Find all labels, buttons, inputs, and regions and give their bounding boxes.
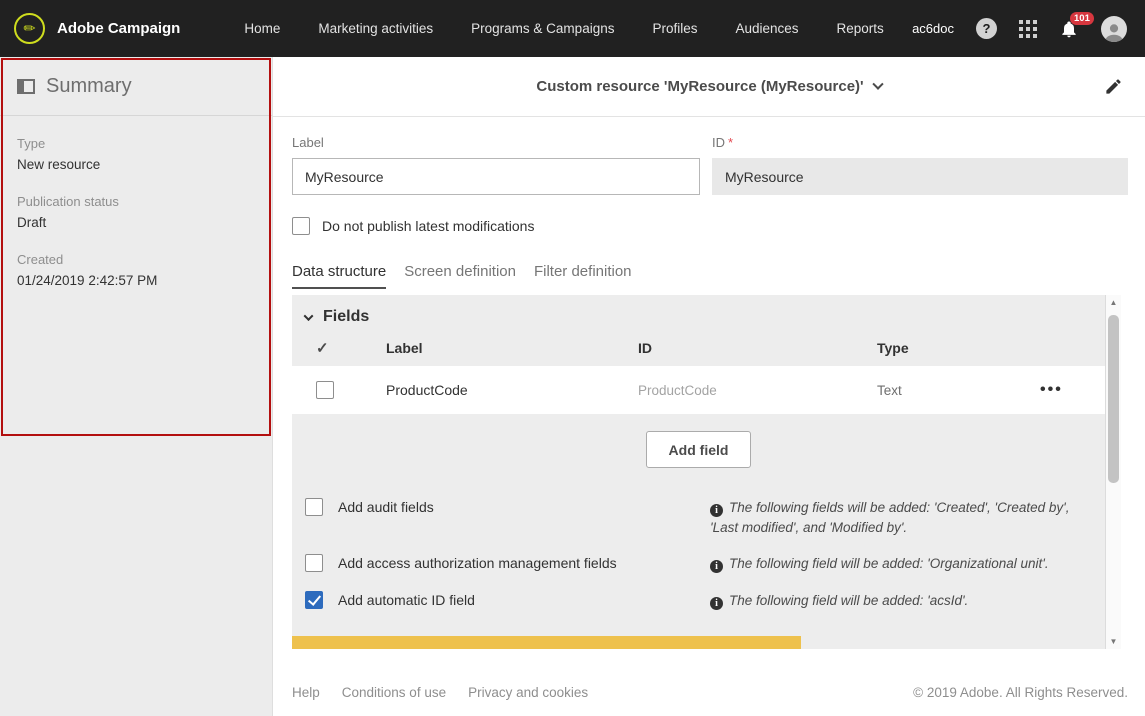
footer-link-conditions[interactable]: Conditions of use — [342, 685, 446, 700]
label-input[interactable] — [292, 158, 700, 195]
main-navigation: Home Marketing activities Programs & Cam… — [244, 21, 883, 36]
tab-screen-definition[interactable]: Screen definition — [404, 263, 516, 289]
info-icon: i — [710, 504, 723, 517]
info-icon: i — [710, 597, 723, 610]
nav-item-reports[interactable]: Reports — [837, 21, 884, 36]
option-info: iThe following field will be added: 'acs… — [710, 591, 1105, 611]
option-label: Add access authorization management fiel… — [338, 555, 617, 571]
main-area: Custom resource 'MyResource (MyResource)… — [273, 57, 1145, 716]
fields-table-header: ✓ Label ID Type — [292, 332, 1105, 364]
add-access-authorization-checkbox[interactable] — [305, 554, 323, 572]
field-label: Created — [17, 252, 255, 267]
field-label: Publication status — [17, 194, 255, 209]
resource-title-dropdown[interactable]: Custom resource 'MyResource (MyResource)… — [536, 78, 881, 95]
tab-filter-definition[interactable]: Filter definition — [534, 263, 632, 289]
option-label: Add audit fields — [338, 499, 434, 515]
row-id: ProductCode — [638, 383, 877, 398]
publish-option-row: Do not publish latest modifications — [292, 217, 1128, 235]
do-not-publish-label: Do not publish latest modifications — [322, 218, 534, 234]
copyright-text: © 2019 Adobe. All Rights Reserved. — [913, 685, 1128, 700]
id-field-label: ID* — [712, 135, 1128, 150]
field-options: Add audit fields iThe following fields w… — [292, 498, 1105, 610]
username-label[interactable]: ac6doc — [912, 21, 954, 36]
summary-field-type: Type New resource — [17, 136, 255, 172]
more-options-icon[interactable] — [1040, 381, 1100, 399]
column-header-label: Label — [386, 340, 638, 356]
nav-item-profiles[interactable]: Profiles — [652, 21, 697, 36]
option-audit-fields: Add audit fields iThe following fields w… — [292, 498, 1105, 537]
select-all-check-icon[interactable]: ✓ — [316, 339, 386, 357]
summary-panel-icon — [17, 79, 35, 94]
required-asterisk: * — [728, 135, 733, 150]
resource-title: Custom resource 'MyResource (MyResource)… — [536, 78, 863, 95]
footer-link-privacy[interactable]: Privacy and cookies — [468, 685, 588, 700]
do-not-publish-checkbox[interactable] — [292, 217, 310, 235]
tab-data-structure[interactable]: Data structure — [292, 263, 386, 289]
help-icon[interactable]: ? — [976, 18, 997, 39]
adobe-campaign-page: ✎ Adobe Campaign Home Marketing activiti… — [0, 0, 1145, 716]
panel-scrollbar[interactable]: ▲ ▼ — [1105, 295, 1121, 649]
scroll-up-arrow[interactable]: ▲ — [1106, 295, 1121, 310]
column-header-type: Type — [877, 340, 1040, 356]
nav-item-programs-campaigns[interactable]: Programs & Campaigns — [471, 21, 614, 36]
add-automatic-id-checkbox[interactable] — [305, 591, 323, 609]
definition-tabs: Data structure Screen definition Filter … — [292, 263, 1128, 289]
scrollbar-thumb[interactable] — [1108, 315, 1119, 483]
id-input[interactable] — [712, 158, 1128, 195]
navbar-right-group: ac6doc ? 101 — [912, 16, 1127, 42]
chevron-down-icon — [304, 311, 314, 321]
table-row[interactable]: ProductCode ProductCode Text — [292, 366, 1105, 414]
field-value: New resource — [17, 157, 255, 172]
column-header-id: ID — [638, 340, 877, 356]
nav-item-audiences[interactable]: Audiences — [735, 21, 798, 36]
option-access-authorization: Add access authorization management fiel… — [292, 554, 1105, 574]
page-footer: Help Conditions of use Privacy and cooki… — [273, 668, 1145, 716]
option-info: iThe following fields will be added: 'Cr… — [710, 498, 1105, 537]
app-switcher-icon[interactable] — [1019, 20, 1037, 38]
id-field-group: ID* — [712, 135, 1128, 195]
nav-item-home[interactable]: Home — [244, 21, 280, 36]
row-checkbox[interactable] — [316, 381, 334, 399]
chevron-down-icon — [872, 78, 883, 89]
resource-header: Custom resource 'MyResource (MyResource)… — [273, 57, 1145, 117]
fields-section-toggle[interactable]: Fields — [292, 295, 1105, 332]
notifications-button[interactable]: 101 — [1059, 19, 1079, 39]
summary-header: Summary — [0, 57, 272, 116]
summary-field-publication-status: Publication status Draft — [17, 194, 255, 230]
summary-title: Summary — [46, 75, 132, 98]
nav-item-marketing-activities[interactable]: Marketing activities — [318, 21, 433, 36]
footer-link-help[interactable]: Help — [292, 685, 320, 700]
resource-form: Label ID* Do not publish latest modifica… — [273, 135, 1145, 649]
label-field-label: Label — [292, 135, 700, 150]
fields-section-title: Fields — [323, 308, 369, 326]
field-value: 01/24/2019 2:42:57 PM — [17, 273, 255, 288]
option-automatic-id: Add automatic ID field iThe following fi… — [292, 591, 1105, 611]
summary-fields: Type New resource Publication status Dra… — [0, 116, 272, 330]
option-info: iThe following field will be added: 'Org… — [710, 554, 1105, 574]
row-type: Text — [877, 383, 1040, 398]
label-field-group: Label — [292, 135, 700, 195]
field-value: Draft — [17, 215, 255, 230]
adobe-campaign-logo-icon[interactable]: ✎ — [14, 13, 45, 44]
row-label: ProductCode — [386, 382, 638, 398]
user-avatar[interactable] — [1101, 16, 1127, 42]
summary-field-created: Created 01/24/2019 2:42:57 PM — [17, 252, 255, 288]
data-structure-panel: Fields ✓ Label ID Type ProductCode Produ… — [292, 295, 1121, 649]
field-label: Type — [17, 136, 255, 151]
option-label: Add automatic ID field — [338, 592, 475, 608]
edit-pencil-icon[interactable] — [1104, 77, 1123, 101]
notification-count-badge: 101 — [1070, 12, 1094, 25]
info-icon: i — [710, 560, 723, 573]
add-field-button[interactable]: Add field — [646, 431, 752, 468]
scroll-down-arrow[interactable]: ▼ — [1106, 634, 1121, 649]
top-navbar: ✎ Adobe Campaign Home Marketing activiti… — [0, 0, 1145, 57]
add-audit-fields-checkbox[interactable] — [305, 498, 323, 516]
warning-banner-partial — [292, 636, 801, 649]
summary-sidebar: Summary Type New resource Publication st… — [0, 57, 273, 716]
brand-title: Adobe Campaign — [57, 20, 180, 37]
